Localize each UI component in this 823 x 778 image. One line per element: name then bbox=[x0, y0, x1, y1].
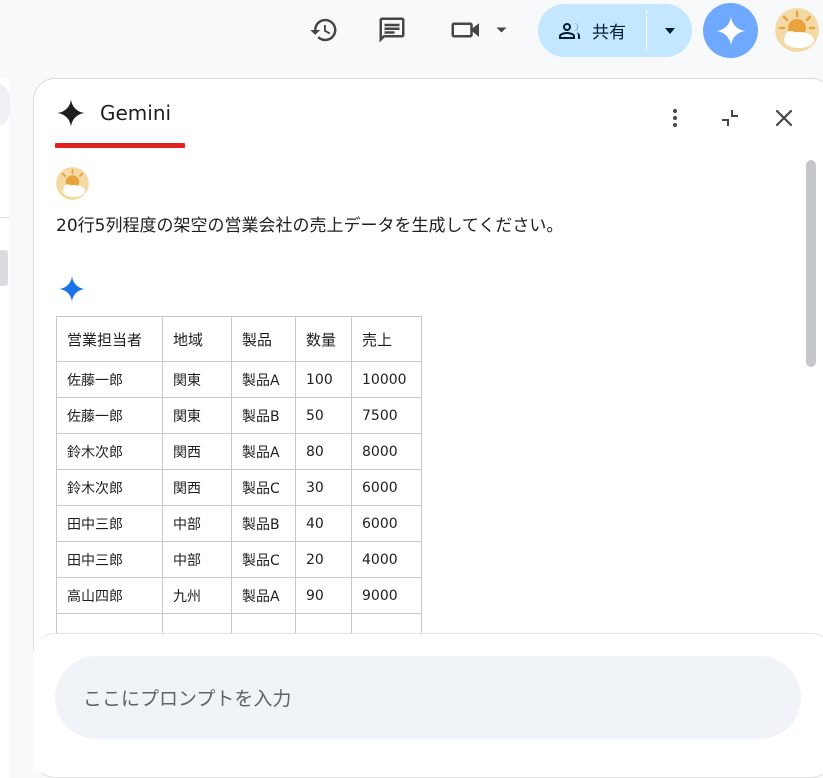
prompt-placeholder: ここにプロンプトを入力 bbox=[83, 688, 292, 710]
table-cell bbox=[295, 613, 352, 634]
column-header: 数量 bbox=[295, 316, 352, 362]
title-highlight-underline bbox=[55, 143, 185, 148]
table-cell: 7500 bbox=[351, 397, 422, 434]
document-scroll-thumb[interactable] bbox=[0, 250, 8, 286]
share-button[interactable]: 共有 bbox=[538, 4, 646, 57]
history-icon[interactable] bbox=[306, 12, 342, 48]
table-row: 田中三郎 中部 製品C 20 4000 bbox=[56, 541, 422, 578]
sales-table-container: 営業担当者 地域 製品 数量 売上 佐藤一郎 関東 製品A 100 10000 … bbox=[56, 316, 436, 634]
table-cell bbox=[231, 613, 296, 634]
more-vert-icon[interactable] bbox=[659, 102, 691, 134]
table-cell: 関西 bbox=[162, 433, 232, 470]
close-icon[interactable] bbox=[768, 102, 800, 134]
table-cell: 高山四郎 bbox=[56, 577, 163, 614]
user-avatar bbox=[56, 167, 89, 200]
table-cell: 40 bbox=[295, 505, 352, 542]
table-cell: 中部 bbox=[162, 541, 232, 578]
gemini-button[interactable] bbox=[703, 3, 758, 58]
table-cell: 4000 bbox=[351, 541, 422, 578]
document-divider bbox=[0, 217, 10, 218]
table-cell: 製品C bbox=[231, 469, 296, 506]
table-cell: 佐藤一郎 bbox=[56, 397, 163, 434]
panel-header: Gemini bbox=[56, 98, 171, 128]
table-cell: 鈴木次郎 bbox=[56, 469, 163, 506]
table-cell: 九州 bbox=[162, 577, 232, 614]
column-header: 営業担当者 bbox=[56, 316, 163, 362]
table-header-row: 営業担当者 地域 製品 数量 売上 bbox=[56, 316, 422, 362]
share-dropdown-button[interactable] bbox=[647, 4, 692, 57]
table-cell: 20 bbox=[295, 541, 352, 578]
table-cell: 100 bbox=[295, 361, 352, 398]
table-cell: 関東 bbox=[162, 361, 232, 398]
table-row-partial bbox=[56, 613, 422, 634]
table-cell: 鈴木次郎 bbox=[56, 433, 163, 470]
column-header: 製品 bbox=[231, 316, 296, 362]
panel-title: Gemini bbox=[100, 101, 172, 125]
column-header: 売上 bbox=[351, 316, 422, 362]
table-cell: 田中三郎 bbox=[56, 541, 163, 578]
comment-icon[interactable] bbox=[374, 12, 410, 48]
table-cell: 製品A bbox=[231, 577, 296, 614]
table-cell: 6000 bbox=[351, 505, 422, 542]
table-cell: 10000 bbox=[351, 361, 422, 398]
table-cell: 佐藤一郎 bbox=[56, 361, 163, 398]
table-row: 鈴木次郎 関西 製品C 30 6000 bbox=[56, 469, 422, 506]
table-cell: 関東 bbox=[162, 397, 232, 434]
table-row: 佐藤一郎 関東 製品B 50 7500 bbox=[56, 397, 422, 434]
table-cell bbox=[56, 613, 163, 634]
table-cell: 8000 bbox=[351, 433, 422, 470]
document-edge bbox=[0, 78, 10, 778]
table-cell: 80 bbox=[295, 433, 352, 470]
table-cell: 田中三郎 bbox=[56, 505, 163, 542]
prompt-input[interactable]: ここにプロンプトを入力 bbox=[55, 656, 801, 739]
people-icon bbox=[559, 22, 580, 39]
sales-table: 営業担当者 地域 製品 数量 売上 佐藤一郎 関東 製品A 100 10000 … bbox=[56, 316, 422, 634]
video-camera-icon[interactable] bbox=[448, 12, 510, 48]
caret-down-icon bbox=[664, 27, 675, 34]
table-cell bbox=[351, 613, 422, 634]
table-cell: 関西 bbox=[162, 469, 232, 506]
table-row: 佐藤一郎 関東 製品A 100 10000 bbox=[56, 361, 422, 398]
table-cell: 製品B bbox=[231, 397, 296, 434]
gemini-sparkle-icon bbox=[57, 99, 85, 127]
table-row: 鈴木次郎 関西 製品A 80 8000 bbox=[56, 433, 422, 470]
table-cell: 50 bbox=[295, 397, 352, 434]
share-button-group: 共有 bbox=[538, 4, 692, 57]
table-cell: 90 bbox=[295, 577, 352, 614]
table-cell: 6000 bbox=[351, 469, 422, 506]
table-cell: 9000 bbox=[351, 577, 422, 614]
table-cell: 30 bbox=[295, 469, 352, 506]
table-cell: 中部 bbox=[162, 505, 232, 542]
user-message: 20行5列程度の架空の営業会社の売上データを生成してください。 bbox=[56, 216, 564, 236]
panel-scrollbar[interactable] bbox=[806, 160, 816, 367]
collapse-icon[interactable] bbox=[714, 102, 746, 134]
table-cell: 製品C bbox=[231, 541, 296, 578]
table-row: 高山四郎 九州 製品A 90 9000 bbox=[56, 577, 422, 614]
table-row: 田中三郎 中部 製品B 40 6000 bbox=[56, 505, 422, 542]
table-cell: 製品A bbox=[231, 433, 296, 470]
column-header: 地域 bbox=[162, 316, 232, 362]
share-label: 共有 bbox=[592, 23, 626, 43]
table-cell: 製品A bbox=[231, 361, 296, 398]
table-cell bbox=[162, 613, 232, 634]
table-cell: 製品B bbox=[231, 505, 296, 542]
sparkle-icon bbox=[715, 15, 746, 46]
account-avatar[interactable] bbox=[775, 8, 819, 52]
gemini-reply-icon bbox=[59, 276, 85, 302]
